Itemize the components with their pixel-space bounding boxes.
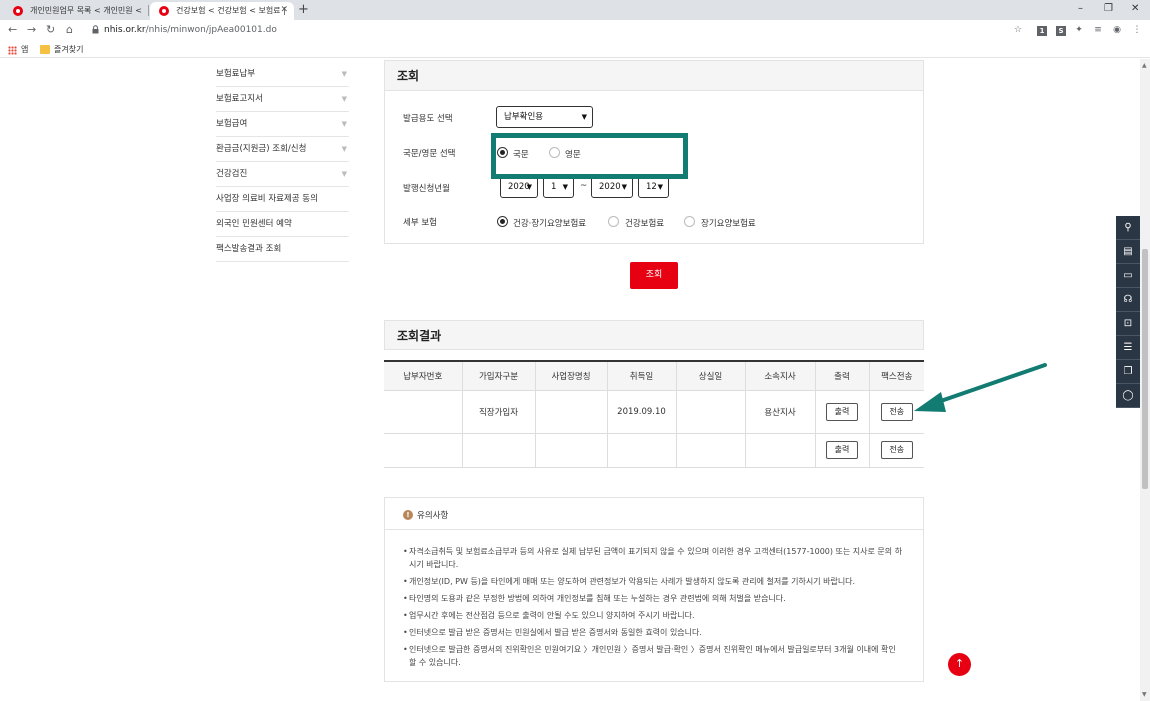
annotation-arrow-icon — [914, 363, 1047, 412]
